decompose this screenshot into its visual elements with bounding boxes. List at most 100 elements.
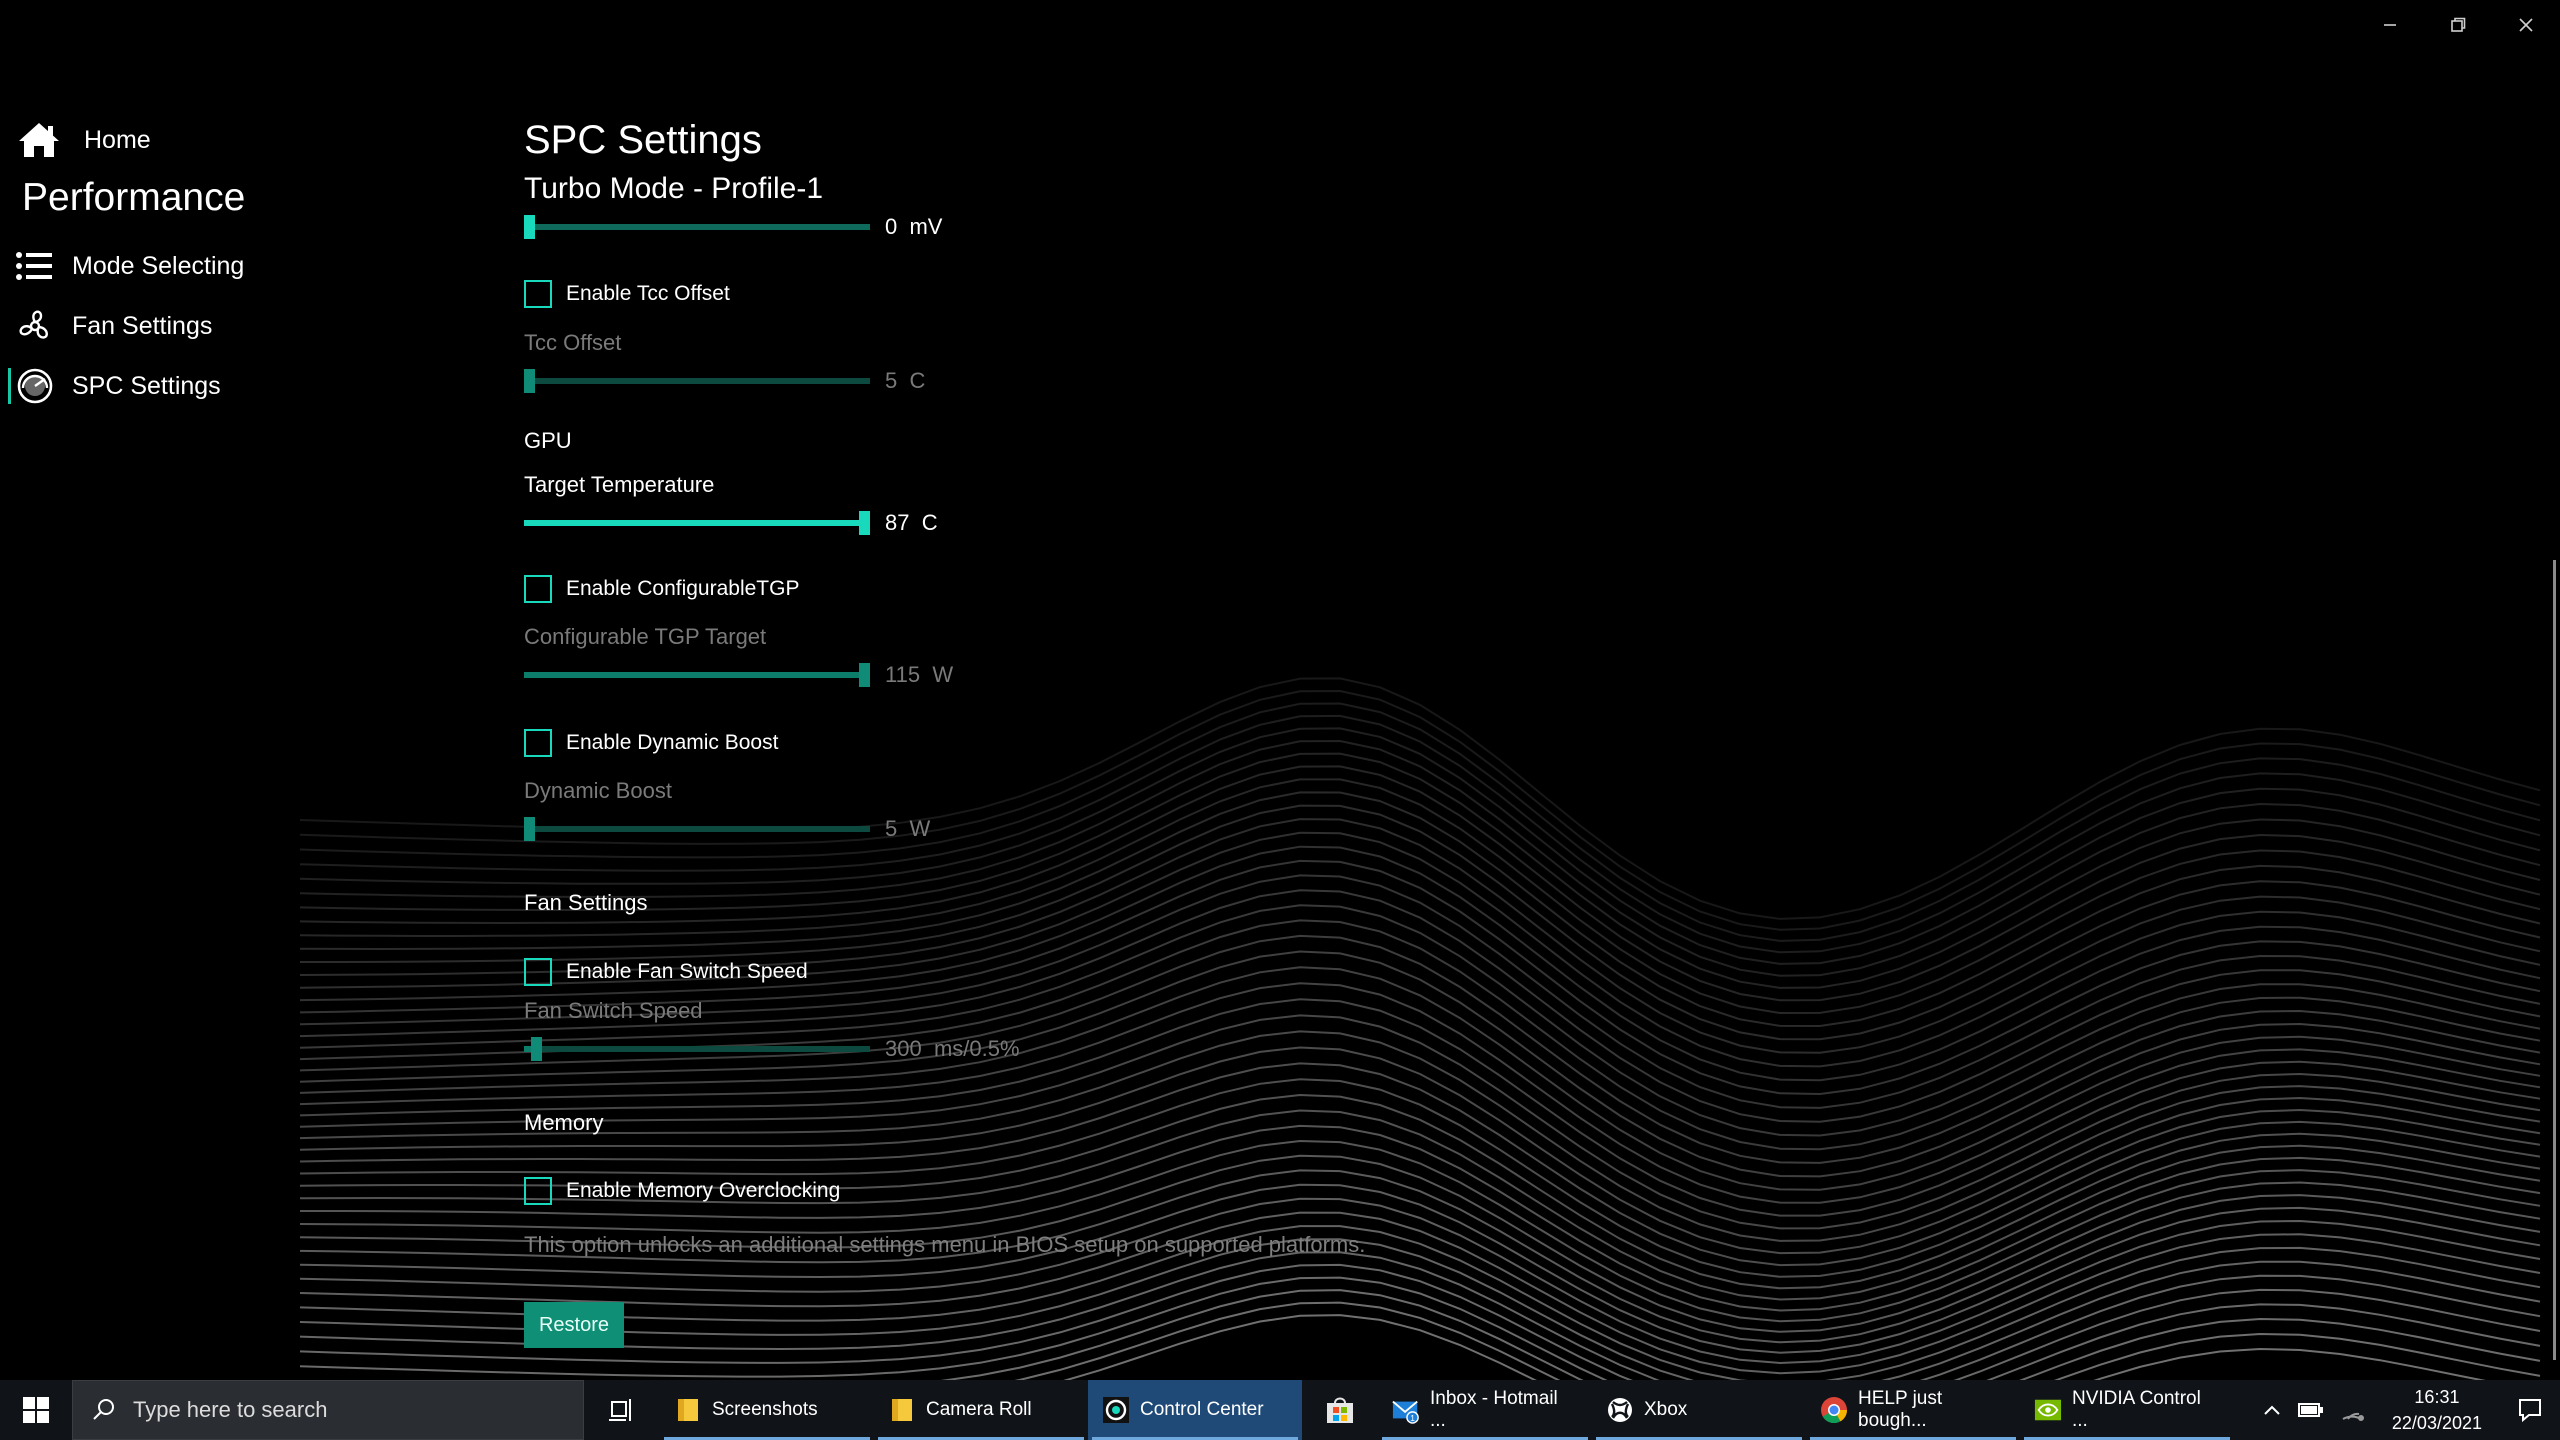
sidebar-item-spc-settings[interactable]: SPC Settings	[10, 358, 221, 414]
target-temperature-value: 87 C	[885, 510, 938, 535]
slider-thumb[interactable]	[524, 369, 535, 393]
minimize-icon	[2384, 24, 2396, 26]
slider-thumb[interactable]	[524, 215, 535, 239]
slider-thumb[interactable]	[531, 1037, 542, 1061]
enable-dynamic-boost-row[interactable]: Enable Dynamic Boost	[524, 729, 778, 757]
close-button[interactable]	[2492, 0, 2560, 50]
enable-fan-switch-speed-checkbox[interactable]	[524, 958, 552, 986]
tcc-offset-slider[interactable]	[524, 367, 870, 393]
enable-configurable-tgp-checkbox[interactable]	[524, 575, 552, 603]
configurable-tgp-slider[interactable]	[524, 661, 870, 687]
fan-switch-speed-slider[interactable]	[524, 1035, 870, 1061]
restore-button[interactable]: Restore	[524, 1302, 624, 1348]
taskbar-app-control-center[interactable]: Control Center	[1088, 1380, 1302, 1440]
memory-heading: Memory	[524, 1110, 604, 1135]
network-button[interactable]	[2332, 1380, 2374, 1440]
search-icon	[93, 1399, 114, 1420]
voltage-offset-slider[interactable]	[524, 213, 870, 239]
svg-text:1: 1	[1410, 1413, 1415, 1423]
restore-button[interactable]	[2424, 0, 2492, 50]
vertical-scrollbar[interactable]	[2553, 560, 2556, 1360]
checkbox-label: Enable Dynamic Boost	[566, 731, 779, 754]
dynamic-boost-label: Dynamic Boost	[524, 778, 672, 803]
wave-line	[1014, 1301, 2541, 1380]
nvidia-icon	[2034, 1396, 2062, 1424]
voltage-value: 0 mV	[885, 214, 943, 239]
list-icon	[10, 241, 60, 291]
sidebar-item-label: Fan Settings	[72, 311, 213, 340]
slider-thumb[interactable]	[524, 817, 535, 841]
sidebar-item-label: Home	[84, 125, 151, 154]
start-button[interactable]	[0, 1380, 72, 1440]
fan-switch-speed-value: 300 ms/0.5%	[885, 1036, 1020, 1061]
taskbar-app-mail[interactable]: 1 Inbox - Hotmail ...	[1378, 1380, 1592, 1440]
battery-button[interactable]	[2290, 1380, 2332, 1440]
sidebar-item-label: Mode Selecting	[72, 251, 245, 280]
memory-info-text: This option unlocks an additional settin…	[524, 1232, 1366, 1257]
configurable-tgp-value: 115 W	[885, 662, 954, 687]
enable-memory-overclocking-checkbox[interactable]	[524, 1177, 552, 1205]
slider-thumb[interactable]	[859, 663, 870, 687]
page-title: SPC Settings	[524, 118, 762, 162]
enable-dynamic-boost-checkbox[interactable]	[524, 729, 552, 757]
sidebar-item-label: SPC Settings	[72, 371, 221, 400]
clock-time: 16:31	[2414, 1387, 2460, 1407]
taskbar-search[interactable]: Type here to search	[72, 1380, 584, 1440]
sidebar-item-mode-selecting[interactable]: Mode Selecting	[10, 238, 244, 294]
section-heading: Performance	[22, 176, 246, 219]
folder-icon	[674, 1396, 702, 1424]
app-label: Xbox	[1644, 1399, 1688, 1420]
tcc-offset-value: 5 C	[885, 368, 926, 393]
app-label: HELP just bough...	[1858, 1388, 1943, 1431]
taskbar-app-store[interactable]	[1302, 1380, 1378, 1440]
system-tray: 16:31 22/03/2021	[2254, 1380, 2560, 1440]
enable-fan-switch-speed-row[interactable]: Enable Fan Switch Speed	[524, 958, 808, 986]
wifi-icon	[2342, 1412, 2364, 1421]
enable-memory-overclocking-row[interactable]: Enable Memory Overclocking	[524, 1177, 840, 1205]
fan-icon	[10, 301, 60, 351]
chevron-up-icon	[2264, 1405, 2280, 1415]
gpu-heading: GPU	[524, 428, 572, 453]
search-placeholder: Type here to search	[133, 1397, 328, 1422]
app-label: Screenshots	[712, 1399, 818, 1420]
gauge-icon	[10, 361, 60, 411]
windows-icon	[23, 1397, 49, 1423]
xbox-icon	[1606, 1396, 1634, 1424]
taskbar-app-nvidia[interactable]: NVIDIA Control ...	[2020, 1380, 2234, 1440]
enable-tcc-offset-checkbox[interactable]	[524, 280, 552, 308]
taskbar-app-screenshots[interactable]: Screenshots	[660, 1380, 874, 1440]
dynamic-boost-slider[interactable]	[524, 815, 870, 841]
sidebar-item-fan-settings[interactable]: Fan Settings	[10, 298, 212, 354]
app-label: Camera Roll	[926, 1399, 1032, 1420]
action-center-button[interactable]	[2500, 1380, 2560, 1440]
task-view-button[interactable]	[584, 1380, 660, 1440]
target-temperature-slider[interactable]	[524, 509, 870, 535]
restore-icon	[2451, 17, 2466, 32]
checkbox-label: Enable ConfigurableTGP	[566, 577, 800, 600]
app-label: NVIDIA Control ...	[2072, 1388, 2201, 1431]
taskbar-app-chrome[interactable]: HELP just bough...	[1806, 1380, 2020, 1440]
show-hidden-icons-button[interactable]	[2254, 1380, 2290, 1440]
taskbar: Type here to search Screenshots Camera R…	[0, 1380, 2560, 1440]
battery-icon	[2297, 1403, 2323, 1417]
fan-settings-heading: Fan Settings	[524, 890, 648, 915]
sidebar-item-home[interactable]: Home	[14, 112, 151, 168]
slider-thumb[interactable]	[859, 511, 870, 535]
minimize-button[interactable]	[2356, 0, 2424, 50]
control-center-icon	[1102, 1396, 1130, 1424]
taskbar-app-xbox[interactable]: Xbox	[1592, 1380, 1806, 1440]
target-temperature-label: Target Temperature	[524, 472, 715, 497]
mail-icon: 1	[1392, 1396, 1420, 1424]
configurable-tgp-label: Configurable TGP Target	[524, 624, 767, 649]
wave-line	[299, 1046, 2541, 1255]
taskbar-app-camera-roll[interactable]: Camera Roll	[874, 1380, 1088, 1440]
home-icon	[14, 115, 64, 165]
tcc-offset-label: Tcc Offset	[524, 330, 622, 355]
enable-configurable-tgp-row[interactable]: Enable ConfigurableTGP	[524, 575, 799, 603]
profile-title: Turbo Mode - Profile-1	[524, 172, 824, 205]
enable-tcc-offset-row[interactable]: Enable Tcc Offset	[524, 280, 730, 308]
wave-line	[299, 1276, 2541, 1380]
checkbox-label: Enable Tcc Offset	[566, 282, 730, 305]
background-waves	[299, 677, 2541, 1380]
taskbar-clock[interactable]: 16:31 22/03/2021	[2392, 1384, 2482, 1436]
